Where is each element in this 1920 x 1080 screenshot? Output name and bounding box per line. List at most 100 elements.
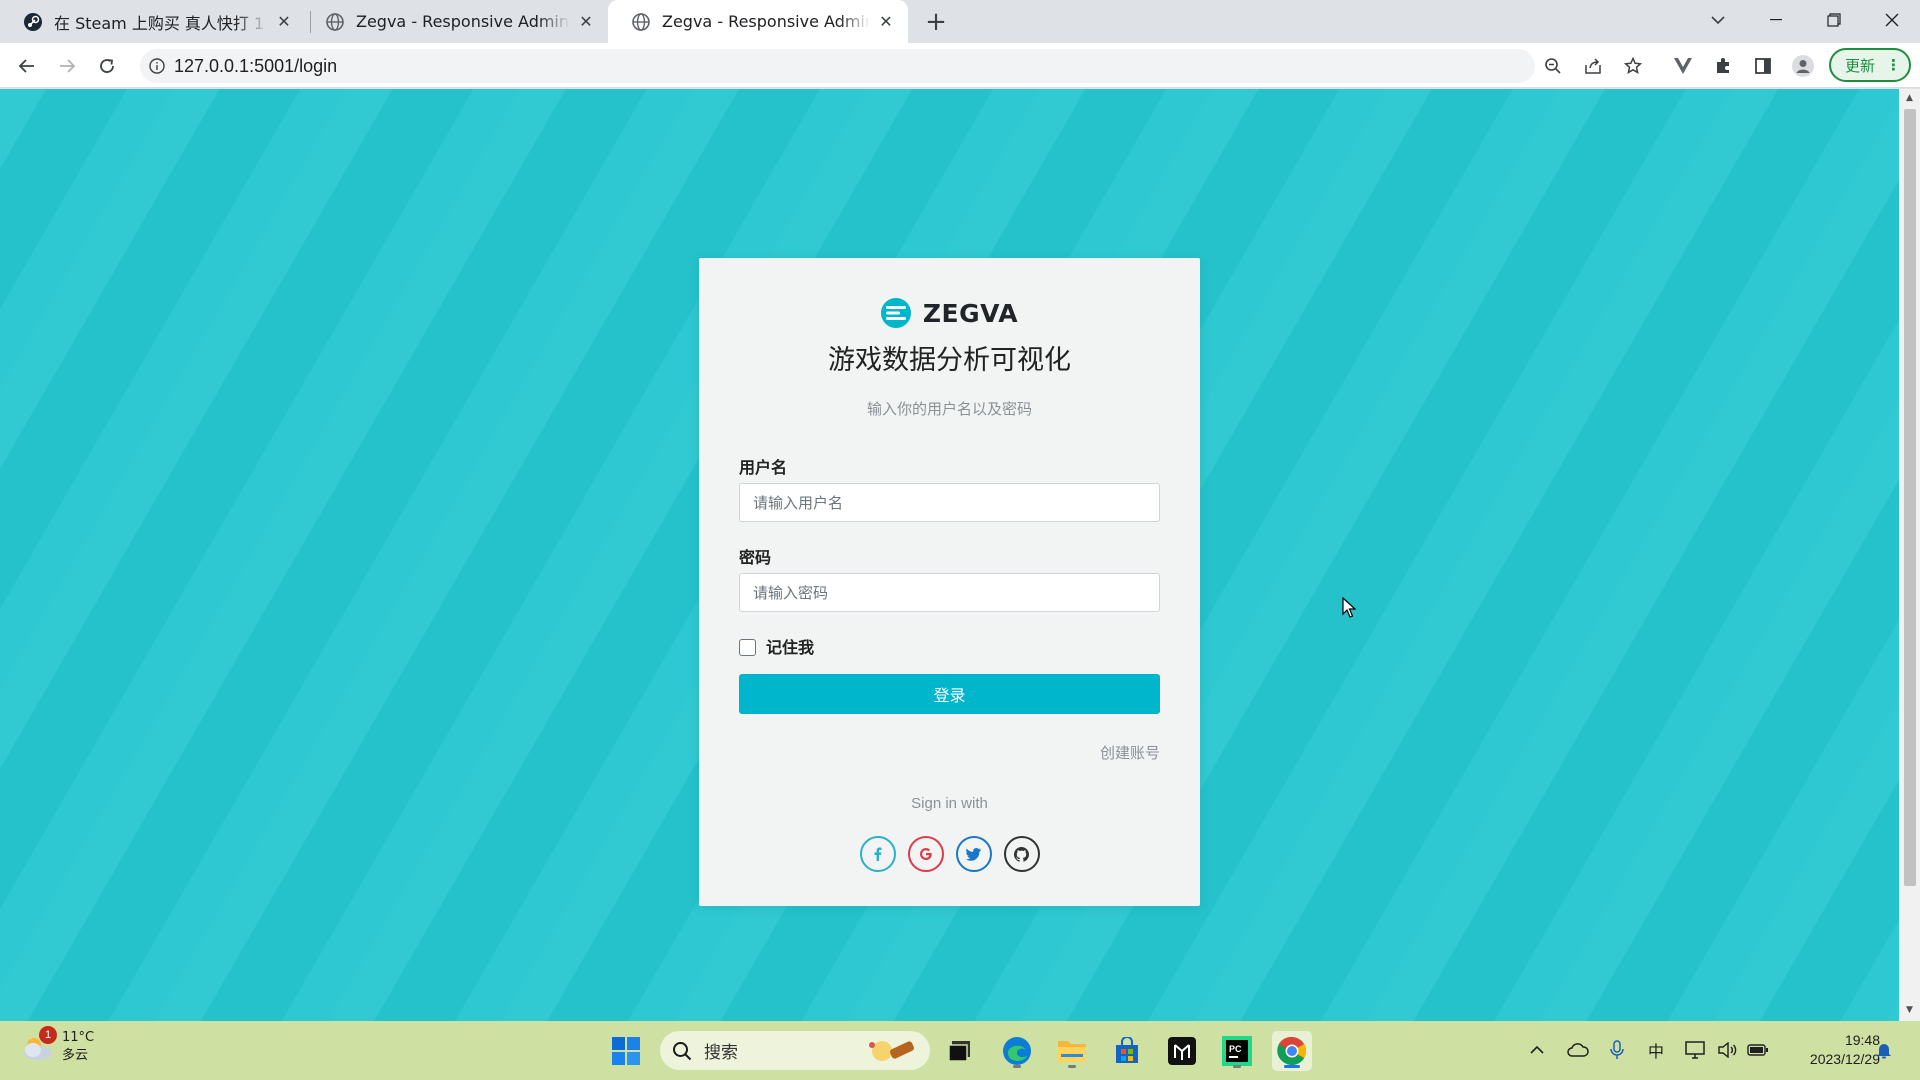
ime-indicator[interactable]: 中 [1643, 1037, 1669, 1063]
store-button[interactable] [1107, 1031, 1147, 1071]
extensions-button[interactable] [1707, 50, 1739, 82]
create-account-link[interactable]: 创建账号 [1100, 742, 1160, 763]
battery-tray[interactable] [1745, 1037, 1771, 1063]
windows-taskbar: 1 11°C 多云 搜索 PC 中 19:48 2023/12/29 [0, 1021, 1920, 1080]
zoom-out-icon [1545, 58, 1561, 74]
start-button[interactable] [606, 1031, 646, 1071]
page-scrollbar[interactable]: ▲ ▼ [1899, 89, 1920, 1021]
file-explorer-button[interactable] [1052, 1031, 1092, 1071]
login-page: ZEGVA 游戏数据分析可视化 输入你的用户名以及密码 用户名 密码 记住我 登… [0, 89, 1899, 1021]
system-clock[interactable]: 19:48 2023/12/29 [1780, 1031, 1880, 1069]
notifications-button[interactable] [1871, 1037, 1897, 1063]
search-icon [673, 1041, 692, 1060]
onedrive-tray[interactable] [1565, 1037, 1591, 1063]
login-subtitle: 输入你的用户名以及密码 [866, 400, 1032, 418]
volume-tray[interactable] [1715, 1037, 1741, 1063]
close-tab-icon[interactable]: ✕ [576, 12, 596, 32]
chevron-down-icon [1711, 16, 1725, 25]
update-button[interactable]: 更新 ⋮ [1829, 48, 1911, 82]
forward-button[interactable] [51, 50, 83, 82]
weather-widget[interactable]: 1 11°C 多云 [18, 1026, 94, 1067]
mouse-cursor-icon [1342, 597, 1356, 618]
facebook-icon [874, 847, 881, 861]
facebook-login-button[interactable] [859, 836, 896, 872]
side-panel-button[interactable] [1747, 50, 1779, 82]
globe-icon [326, 12, 344, 31]
address-bar[interactable]: 127.0.0.1:5001/login [140, 49, 1535, 83]
minimize-button[interactable] [1748, 0, 1804, 40]
tab-steam[interactable]: 在 Steam 上购买 真人快打 1 立省 ✕ [0, 0, 306, 43]
site-info-icon[interactable] [140, 58, 174, 74]
speaker-icon [1718, 1042, 1737, 1058]
taskbar-search[interactable]: 搜索 [660, 1031, 930, 1070]
close-tab-icon[interactable]: ✕ [876, 12, 896, 32]
zegva-logo-icon [880, 298, 911, 328]
social-login [699, 836, 1200, 872]
close-window-button[interactable] [1864, 0, 1920, 40]
tab-title: 在 Steam 上购买 真人快打 1 立省 [54, 13, 268, 33]
network-tray[interactable] [1683, 1037, 1709, 1063]
tab-search-button[interactable] [1690, 0, 1746, 40]
side-panel-icon [1755, 58, 1771, 74]
battery-charging-icon [1747, 1044, 1768, 1056]
twitter-login-button[interactable] [955, 836, 992, 872]
brand: ZEGVA [699, 298, 1200, 328]
reload-button[interactable] [91, 50, 123, 82]
chevron-up-icon [1530, 1046, 1544, 1054]
puzzle-icon [1717, 58, 1729, 73]
github-login-button[interactable] [1003, 836, 1040, 872]
restore-icon [1827, 13, 1841, 27]
microphone-tray[interactable] [1604, 1037, 1630, 1063]
edge-button[interactable] [997, 1031, 1037, 1071]
bookmark-button[interactable] [1617, 50, 1649, 82]
scroll-down-icon[interactable]: ▼ [1904, 1005, 1915, 1015]
extension-vue-button[interactable] [1667, 50, 1699, 82]
weather-badge: 1 [39, 1026, 57, 1044]
clock-date: 2023/12/29 [1809, 1051, 1880, 1067]
twitter-icon [966, 847, 981, 861]
avatar-icon [1792, 55, 1814, 77]
chrome-button[interactable] [1272, 1031, 1312, 1071]
new-tab-button[interactable]: + [922, 7, 950, 37]
share-button[interactable] [1577, 50, 1609, 82]
clock-time: 19:48 [1844, 1032, 1880, 1048]
edge-icon [1003, 1037, 1031, 1065]
brand-name: ZEGVA [922, 298, 1019, 328]
cloud-sync-icon [1567, 1043, 1589, 1057]
tab-zegva-1[interactable]: Zegva - Responsive Admin & D ✕ [302, 0, 608, 43]
globe-icon [632, 12, 650, 31]
close-tab-icon[interactable]: ✕ [274, 12, 294, 32]
zoom-button[interactable] [1537, 50, 1569, 82]
pycharm-icon: PC [1222, 1036, 1252, 1066]
tray-overflow-button[interactable] [1524, 1037, 1550, 1063]
star-icon [1624, 57, 1642, 75]
username-input[interactable] [739, 483, 1160, 522]
folder-icon [1058, 1041, 1086, 1062]
browser-toolbar: 127.0.0.1:5001/login 更新 ⋮ [0, 43, 1920, 88]
password-input[interactable] [739, 573, 1160, 612]
running-indicator [1233, 1065, 1241, 1068]
url-text: 127.0.0.1:5001/login [174, 55, 338, 76]
search-placeholder: 搜索 [704, 1043, 738, 1063]
github-icon [1014, 846, 1029, 862]
pycharm-button[interactable]: PC [1217, 1031, 1257, 1071]
tab-zegva-2[interactable]: Zegva - Responsive Admin & D ✕ [608, 0, 908, 43]
close-icon [1885, 13, 1899, 27]
google-login-button[interactable] [907, 836, 944, 872]
back-button[interactable] [11, 50, 43, 82]
scrollbar-thumb[interactable] [1904, 109, 1916, 886]
vue-devtools-icon [1674, 58, 1692, 74]
epic-games-button[interactable] [1162, 1031, 1202, 1071]
task-view-icon [948, 1041, 970, 1062]
cloudy-weather-icon: 1 [18, 1026, 58, 1067]
running-indicator [1013, 1065, 1021, 1068]
store-icon [1116, 1037, 1138, 1063]
profile-button[interactable] [1787, 50, 1819, 82]
remember-checkbox[interactable] [739, 639, 756, 656]
epic-games-icon [1168, 1037, 1196, 1065]
scroll-up-icon[interactable]: ▲ [1904, 93, 1915, 103]
restore-button[interactable] [1806, 0, 1862, 40]
remember-me[interactable]: 记住我 [739, 634, 814, 658]
task-view-button[interactable] [940, 1031, 980, 1071]
login-button[interactable]: 登录 [739, 674, 1160, 714]
